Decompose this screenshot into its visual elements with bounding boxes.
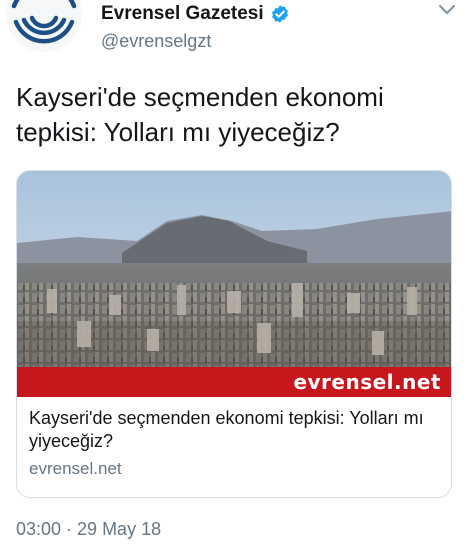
tweet: Evrensel Gazetesi @evrenselgzt Kayseri'd… [0,0,468,545]
card-image-watermark: evrensel.net [293,370,441,394]
display-name[interactable]: Evrensel Gazetesi [101,3,264,25]
verified-badge-icon [271,5,288,23]
chevron-down-icon[interactable] [438,4,456,16]
card-title: Kayseri'de seçmenden ekonomi tepkisi: Yo… [29,408,424,451]
name-row: Evrensel Gazetesi [101,3,290,25]
author-block: Evrensel Gazetesi @evrenselgzt [101,3,290,52]
tweet-timestamp[interactable]: 03:00 · 29 May 18 [16,519,161,540]
card-image [17,171,451,397]
avatar[interactable] [6,0,82,52]
tweet-text: Kayseri'de seçmenden ekonomi tepkisi: Yo… [16,82,384,147]
evrensel-logo-icon [8,0,80,50]
link-card[interactable]: evrensel.net Kayseri'de seçmenden ekonom… [16,170,452,498]
handle[interactable]: @evrenselgzt [101,31,290,52]
card-domain: evrensel.net [29,459,122,478]
card-body: Kayseri'de seçmenden ekonomi tepkisi: Yo… [29,407,445,479]
